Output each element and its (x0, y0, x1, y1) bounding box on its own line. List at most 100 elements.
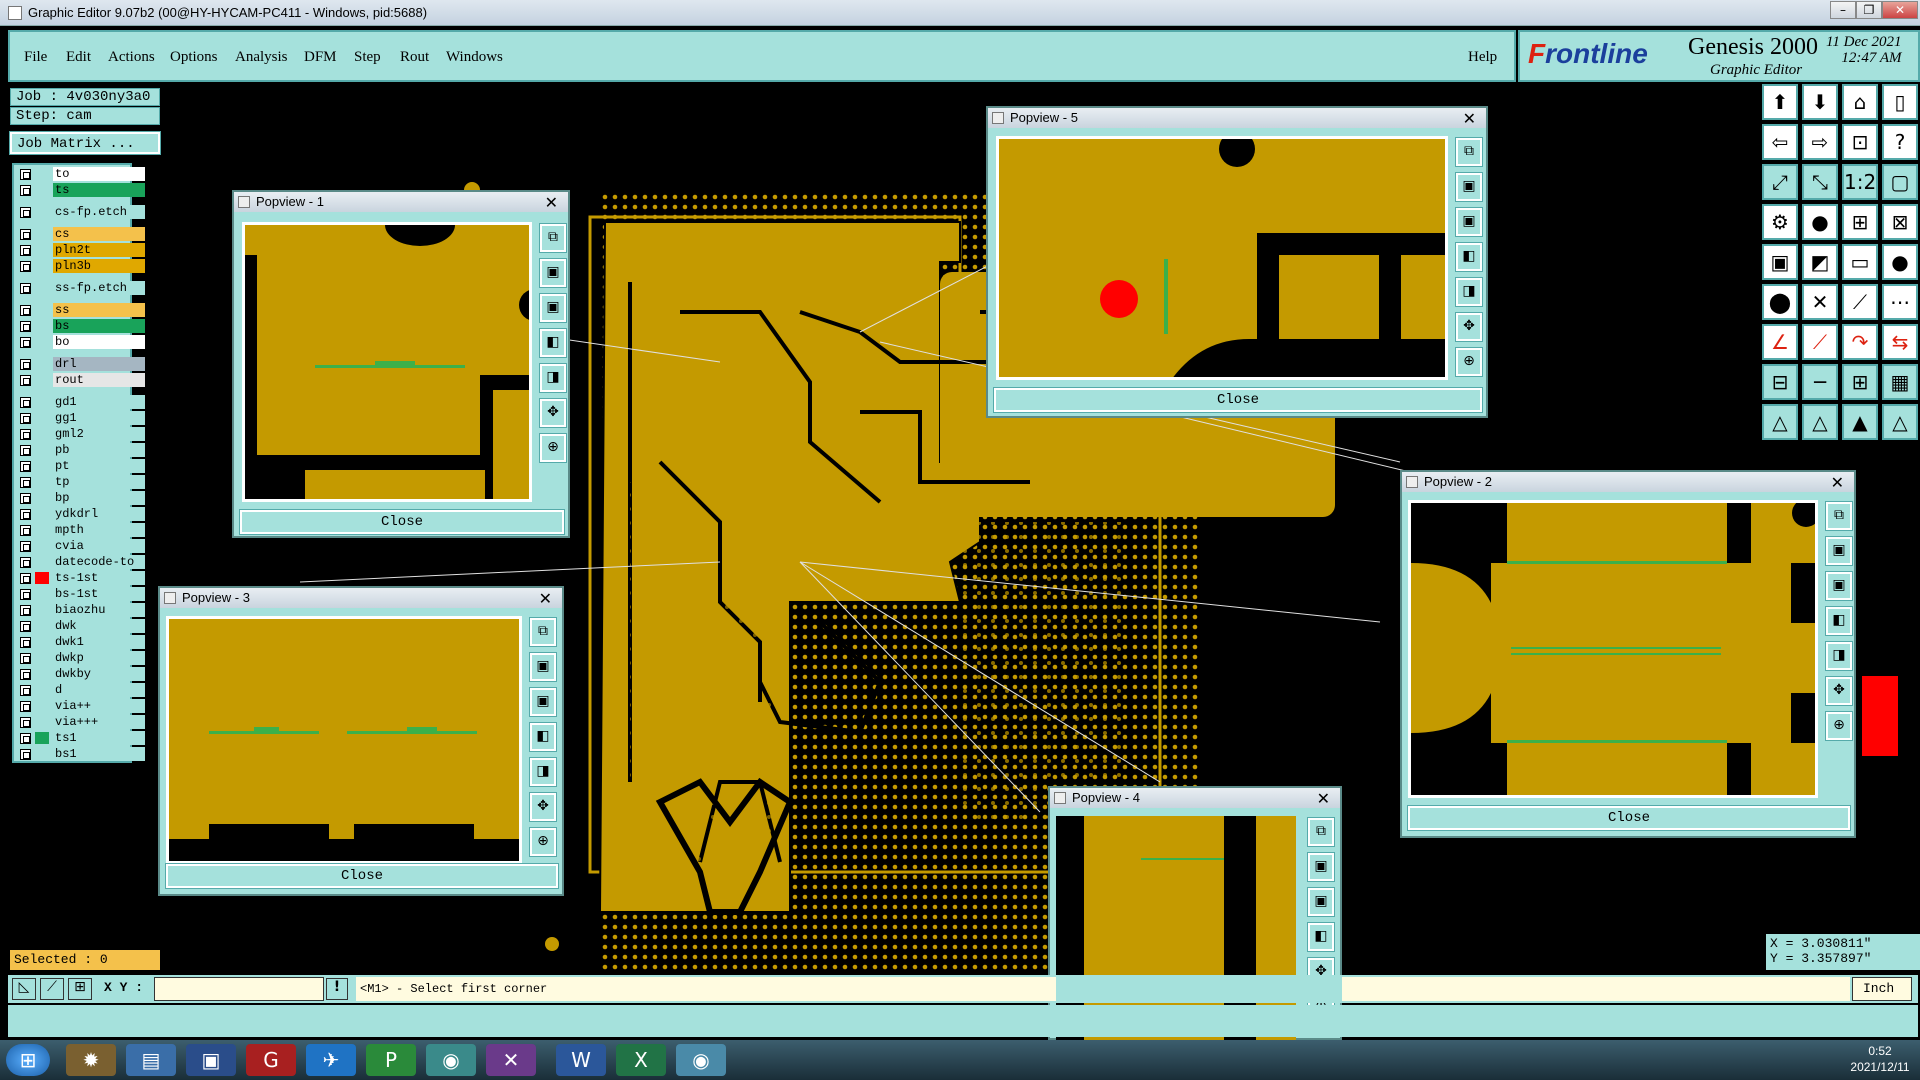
layer-name[interactable]: dwkp (53, 651, 145, 665)
move-right-icon[interactable]: ⇨ (1802, 124, 1838, 160)
layer-row-dwkp[interactable]: dwkp (16, 651, 145, 665)
layer-name[interactable]: mpth (53, 523, 145, 537)
popview-2-close-button[interactable]: Close (1407, 805, 1851, 831)
layer-name[interactable]: bo (53, 335, 145, 349)
layer-checkbox[interactable] (20, 573, 31, 584)
layer-name[interactable]: gg1 (53, 411, 145, 425)
layer-name[interactable]: bs-1st (53, 587, 145, 601)
zoom-out-icon[interactable]: ⊕ (1825, 711, 1853, 741)
menu-edit[interactable]: Edit (66, 49, 91, 66)
menu-help[interactable]: Help (1468, 49, 1497, 66)
layer-name[interactable]: cs-fp.etch (53, 205, 145, 219)
pan-left-icon[interactable]: ◧ (1307, 922, 1335, 952)
pan-right-icon[interactable]: ◨ (1825, 641, 1853, 671)
taskbar-app-genesis[interactable]: ◉ (676, 1044, 726, 1076)
layer-checkbox[interactable] (20, 637, 31, 648)
close-icon[interactable]: ✕ (545, 193, 558, 212)
pan-down-icon[interactable]: ▣ (1455, 207, 1483, 237)
taskbar-app-4[interactable]: G (246, 1044, 296, 1076)
taskbar-app-6[interactable]: P (366, 1044, 416, 1076)
layer-name[interactable]: cvia (53, 539, 145, 553)
info-icon[interactable]: ! (326, 978, 348, 1000)
pan-down-icon[interactable]: ▣ (1825, 571, 1853, 601)
layer-checkbox[interactable] (20, 621, 31, 632)
layer-checkbox[interactable] (20, 261, 31, 272)
layer-name[interactable]: ss (53, 303, 145, 317)
pan-up-icon[interactable]: ▣ (1825, 536, 1853, 566)
layer-checkbox[interactable] (20, 477, 31, 488)
layer-name[interactable]: to (53, 167, 145, 181)
zoom-out-icon[interactable]: ⊕ (539, 433, 567, 463)
layer-row-gml2[interactable]: gml2 (16, 427, 145, 441)
zoom-fit-icon[interactable]: ⧉ (1825, 501, 1853, 531)
pan-right-icon[interactable]: ◨ (539, 363, 567, 393)
popview-3-close-button[interactable]: Close (165, 863, 559, 889)
layer-checkbox[interactable] (20, 245, 31, 256)
layer-row-ts-1st[interactable]: ts-1st (16, 571, 145, 585)
layer-row-ts[interactable]: ts (16, 183, 145, 197)
pan-up-icon[interactable]: ▣ (529, 652, 557, 682)
maximize-button[interactable]: ❐ (1856, 1, 1882, 19)
menu-file[interactable]: File (24, 49, 47, 66)
layer-name[interactable]: rout (53, 373, 145, 387)
pan-right-icon[interactable]: ◨ (1455, 277, 1483, 307)
layer-name[interactable]: ts (53, 183, 145, 197)
layer-checkbox[interactable] (20, 461, 31, 472)
zoom-fit-icon[interactable]: ⧉ (1307, 817, 1335, 847)
layer-name[interactable]: cs (53, 227, 145, 241)
layer-checkbox[interactable] (20, 685, 31, 696)
close-icon[interactable]: ✕ (1317, 789, 1330, 808)
popview-3-titlebar[interactable]: Popview - 3 ✕ (160, 588, 562, 608)
popview-4-titlebar[interactable]: Popview - 4 ✕ (1050, 788, 1340, 808)
cut-icon[interactable]: ✕ (1802, 284, 1838, 320)
pan-up-icon[interactable]: ▣ (1307, 852, 1335, 882)
taskbar-app-2[interactable]: ▤ (126, 1044, 176, 1076)
layer-checkbox[interactable] (20, 653, 31, 664)
zoom-fit-icon[interactable]: ⧉ (1455, 137, 1483, 167)
move-up-icon[interactable]: ⬆ (1762, 84, 1798, 120)
layer-name[interactable]: ss-fp.etch (53, 281, 145, 295)
frame-icon[interactable]: ⊡ (1842, 124, 1878, 160)
panel-icon[interactable]: ▯ (1882, 84, 1918, 120)
select-tool-icon[interactable]: ◺ (12, 978, 36, 1000)
layer-row-to[interactable]: to (16, 167, 145, 181)
settings-icon[interactable]: ⚙ (1762, 204, 1798, 240)
grid-icon[interactable]: ⊞ (1842, 364, 1878, 400)
zoom-out-icon[interactable]: ⊕ (529, 827, 557, 857)
close-icon[interactable]: ✕ (1463, 109, 1476, 128)
layer-row-bs-1st[interactable]: bs-1st (16, 587, 145, 601)
xy-input[interactable] (154, 977, 324, 1001)
layer-row-rout[interactable]: rout (16, 373, 145, 387)
taskbar-app-excel[interactable]: X (616, 1044, 666, 1076)
triangle-icon[interactable]: △ (1802, 404, 1838, 440)
layer-row-tp[interactable]: tp (16, 475, 145, 489)
layer-name[interactable]: datecode-to (53, 555, 145, 569)
layer-checkbox[interactable] (20, 359, 31, 370)
taskbar-app-1[interactable]: ✹ (66, 1044, 116, 1076)
layer-name[interactable]: ts-1st (53, 571, 145, 585)
layer-name[interactable]: gml2 (53, 427, 145, 441)
layer-name[interactable]: bs1 (53, 747, 145, 761)
connect-icon[interactable]: ⟋ (1842, 284, 1878, 320)
layer-name[interactable]: dwkby (53, 667, 145, 681)
layer-row-biaozhu[interactable]: biaozhu (16, 603, 145, 617)
move-down-icon[interactable]: ⬇ (1802, 84, 1838, 120)
layer-checkbox[interactable] (20, 669, 31, 680)
layer-checkbox[interactable] (20, 589, 31, 600)
pan-left-icon[interactable]: ◧ (529, 722, 557, 752)
layer-checkbox[interactable] (20, 717, 31, 728)
layer-checkbox[interactable] (20, 185, 31, 196)
layer-row-via+++[interactable]: via+++ (16, 715, 145, 729)
popview-3-view[interactable] (166, 616, 522, 864)
layer-row-ydkdrl[interactable]: ydkdrl (16, 507, 145, 521)
layer-checkbox[interactable] (20, 749, 31, 760)
grid-tool-icon[interactable]: ⊞ (68, 978, 92, 1000)
layer-name[interactable]: pb (53, 443, 145, 457)
ruler-icon[interactable]: ▭ (1842, 244, 1878, 280)
layer-name[interactable]: via+++ (53, 715, 145, 729)
window-icon[interactable]: ▢ (1882, 164, 1918, 200)
layer-name[interactable]: dwk1 (53, 635, 145, 649)
layer-row-via++[interactable]: via++ (16, 699, 145, 713)
layer-name[interactable]: d (53, 683, 145, 697)
start-button[interactable]: ⊞ (6, 1044, 50, 1076)
